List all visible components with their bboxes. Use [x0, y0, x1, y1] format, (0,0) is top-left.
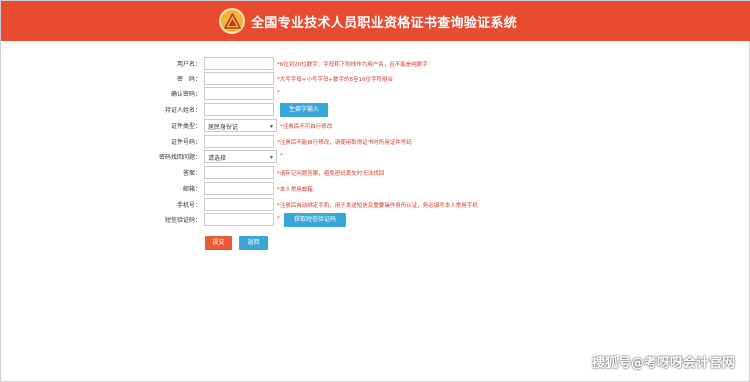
password-label: 密 码： [176, 76, 201, 83]
rare-char-input-button[interactable]: 生僻字输入 [280, 103, 328, 117]
chevron-down-icon: ▾ [269, 154, 273, 161]
answer-hint: *请牢记问题答案，避免密码丢失时无法找回 [277, 171, 385, 177]
security-question-label: 密码找回问题： [158, 154, 201, 161]
phone-row: 手机号： *注册后自动绑定手机，用于发送短信及重要操作身份认证，务必填写本人常用… [1, 198, 750, 212]
sms-code-hint: * [277, 216, 280, 222]
id-type-value: 居民身份证 [208, 124, 239, 131]
chevron-down-icon: ▾ [269, 123, 273, 130]
password-hint: *大写字母+小写字母+数字的8至16位字符组合 [277, 77, 393, 83]
holder-name-row: 持证人姓名： 生僻字输入 [1, 103, 750, 117]
security-question-select[interactable]: 请选择 ▾ [204, 150, 277, 163]
sms-code-row: 短信验证码： * 获取短信验证码 [1, 213, 750, 227]
email-label: 邮箱： [182, 186, 201, 193]
confirm-password-hint: * [277, 90, 280, 96]
confirm-password-input[interactable] [204, 87, 274, 100]
id-number-input[interactable] [204, 135, 274, 148]
id-number-label: 证件号码： [170, 139, 201, 146]
id-number-row: 证件号码： *注册后不能自行修改，请使用取得证书时所用证件号码 [1, 135, 750, 149]
username-row: 用户名： *6位到20位数字、字母和下划线作为用户名，且不能是纯数字 [1, 57, 750, 71]
get-sms-code-button[interactable]: 获取短信验证码 [284, 213, 346, 227]
sms-code-label: 短信验证码： [164, 217, 201, 224]
submit-button[interactable]: 提交 [205, 236, 232, 250]
username-hint: *6位到20位数字、字母和下划线作为用户名，且不能是纯数字 [277, 62, 428, 68]
back-button[interactable]: 返回 [239, 236, 268, 250]
phone-hint: *注册后自动绑定手机，用于发送短信及重要操作身份认证，务必填写本人常用手机 [277, 203, 478, 209]
answer-row: 答案： *请牢记问题答案，避免密码丢失时无法找回 [1, 166, 750, 180]
page-title: 全国专业技术人员职业资格证书查询验证系统 [251, 16, 518, 31]
confirm-password-row: 确认密码： * [1, 87, 750, 101]
id-type-hint: *注册后不可自行修改 [280, 124, 333, 130]
system-logo-icon [219, 8, 245, 34]
answer-input[interactable] [204, 166, 274, 179]
security-question-value: 请选择 [208, 155, 227, 162]
holder-name-input[interactable] [204, 103, 274, 116]
email-row: 邮箱： *本人常用邮箱 [1, 182, 750, 196]
password-input[interactable] [204, 72, 274, 85]
header-bar: 全国专业技术人员职业资格证书查询验证系统 [1, 1, 750, 41]
id-type-select[interactable]: 居民身份证 ▾ [204, 119, 277, 132]
page-frame: 全国专业技术人员职业资格证书查询验证系统 用户名： *6位到20位数字、字母和下… [0, 0, 750, 382]
email-input[interactable] [204, 182, 274, 195]
watermark: 搜狐号@考呀呀会计官网 [591, 356, 735, 371]
security-question-row: 密码找回问题： 请选择 ▾ * [1, 150, 750, 164]
phone-label: 手机号： [176, 202, 201, 209]
sms-code-input[interactable] [204, 213, 274, 226]
id-number-hint: *注册后不能自行修改，请使用取得证书时所用证件号码 [277, 140, 412, 146]
answer-label: 答案： [182, 170, 201, 177]
phone-input[interactable] [204, 198, 274, 211]
confirm-password-label: 确认密码： [170, 91, 201, 98]
username-label: 用户名： [176, 61, 201, 68]
username-input[interactable] [204, 57, 274, 70]
email-hint: *本人常用邮箱 [277, 187, 313, 193]
password-row: 密 码： *大写字母+小写字母+数字的8至16位字符组合 [1, 72, 750, 86]
security-question-hint: * [280, 153, 283, 159]
id-type-row: 证件类型： 居民身份证 ▾ *注册后不可自行修改 [1, 119, 750, 133]
holder-name-label: 持证人姓名： [164, 107, 201, 114]
id-type-label: 证件类型： [170, 123, 201, 130]
